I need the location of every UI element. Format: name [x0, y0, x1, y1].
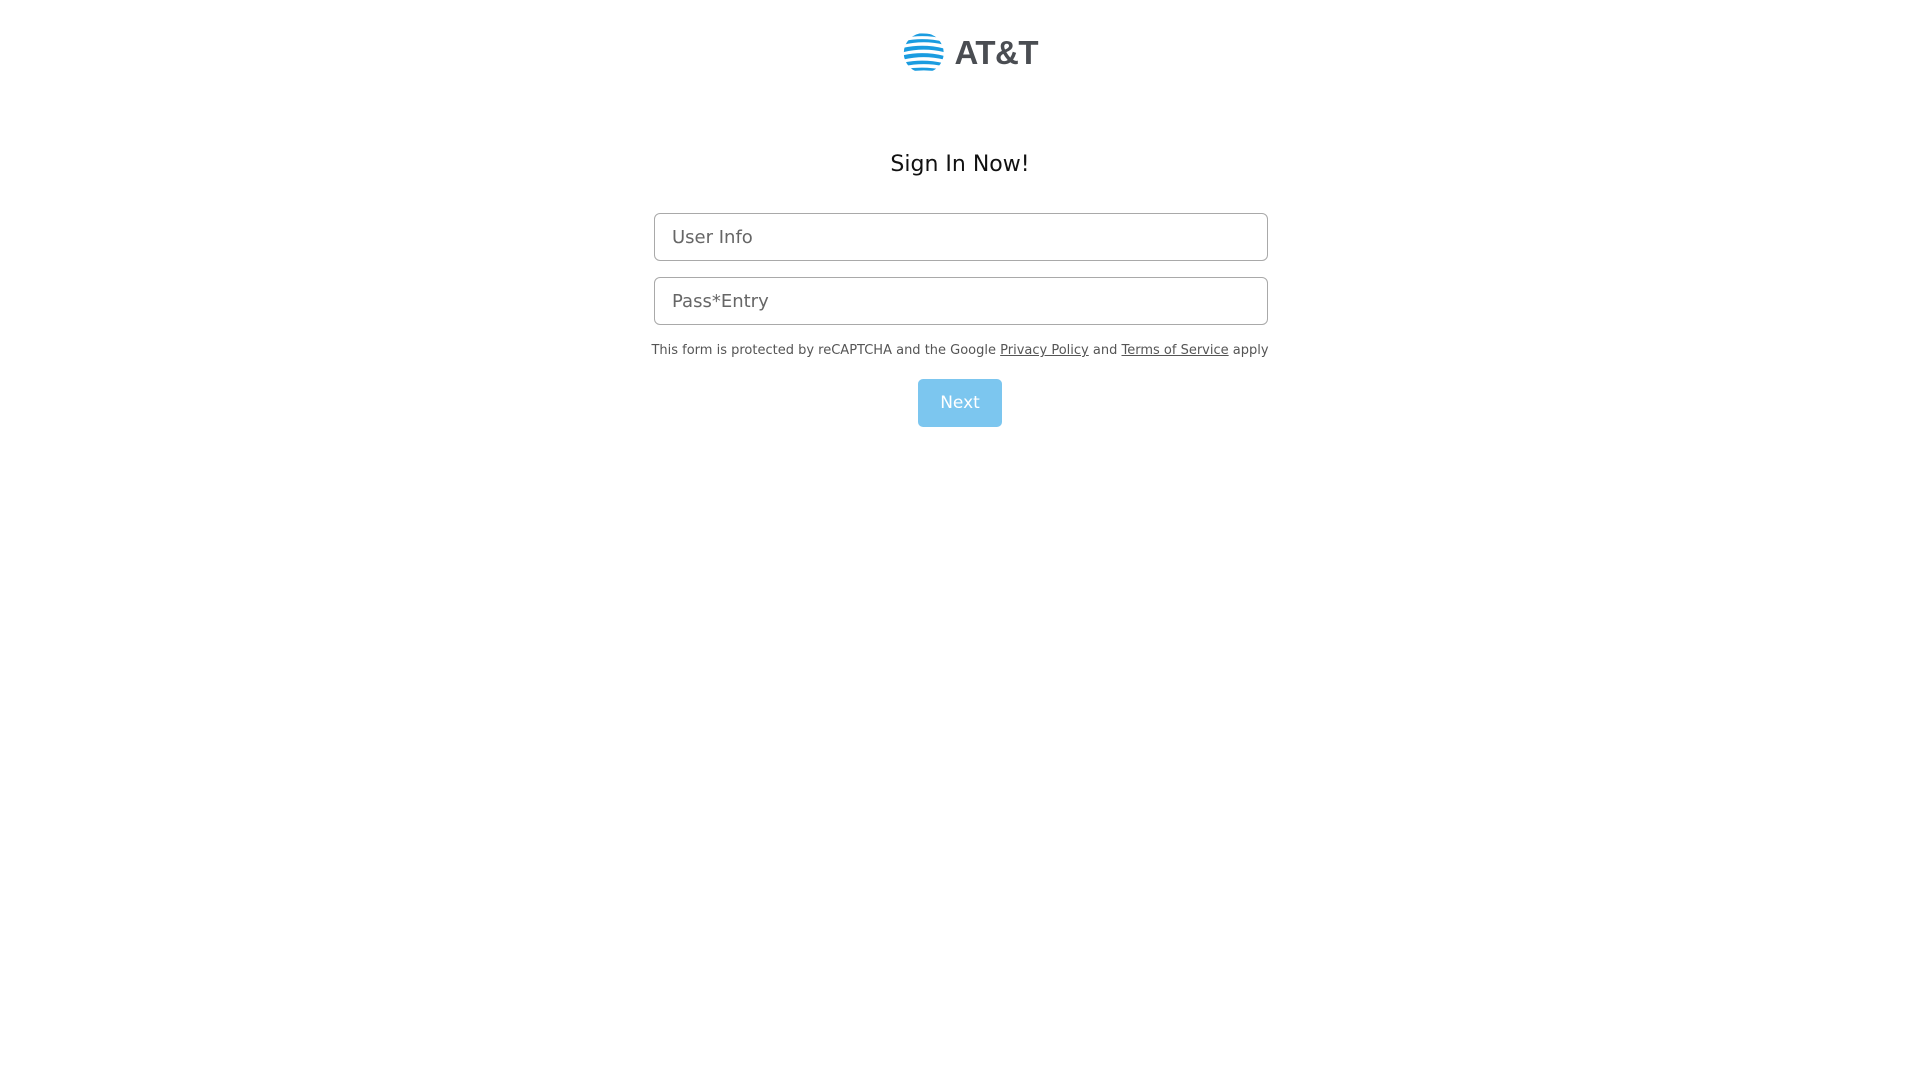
- brand-logo: AT&T: [903, 24, 1038, 82]
- recaptcha-notice: This form is protected by reCAPTCHA and …: [0, 343, 1920, 358]
- privacy-policy-link[interactable]: Privacy Policy: [1000, 343, 1089, 358]
- user-info-input[interactable]: [654, 213, 1268, 261]
- next-button[interactable]: Next: [918, 379, 1002, 427]
- recaptcha-prefix: This form is protected by reCAPTCHA and …: [651, 343, 996, 358]
- page-title: Sign In Now!: [890, 152, 1030, 177]
- sign-in-page: AT&T Sign In Now! This form is protected…: [0, 0, 1920, 1080]
- password-input[interactable]: [654, 277, 1268, 325]
- terms-of-service-link[interactable]: Terms of Service: [1122, 343, 1229, 358]
- brand-name: AT&T: [954, 34, 1038, 71]
- att-globe-icon: [903, 33, 944, 73]
- recaptcha-apply: apply: [1232, 343, 1269, 358]
- recaptcha-and: and: [1092, 343, 1118, 358]
